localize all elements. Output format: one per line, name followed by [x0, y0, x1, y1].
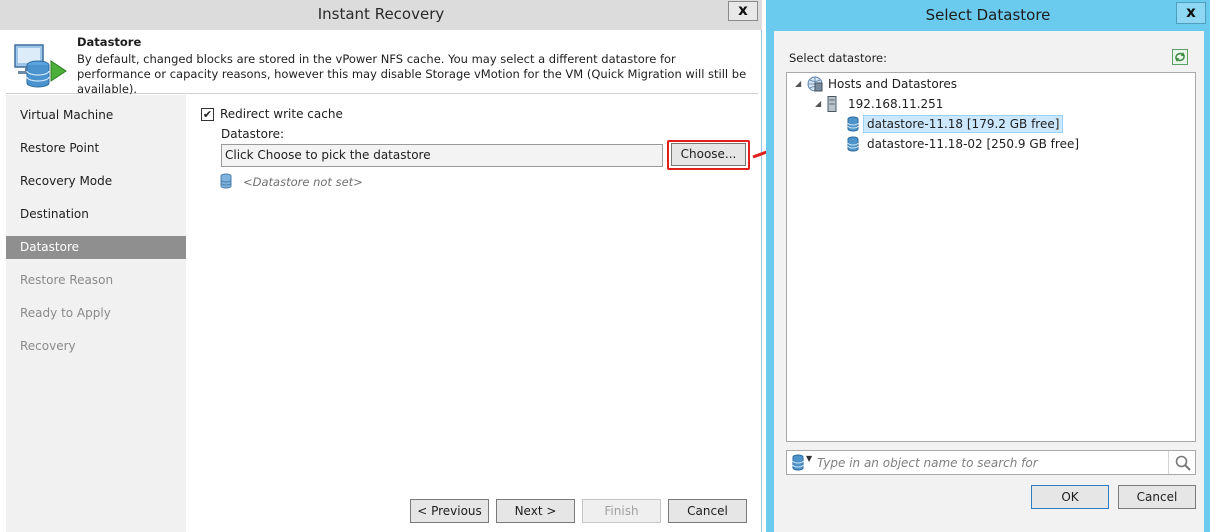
ir-step-header: Datastore By default, changed blocks are…: [6, 30, 758, 96]
ok-button[interactable]: OK: [1031, 485, 1109, 509]
filter-dropdown-icon[interactable]: ▼: [806, 454, 812, 463]
step-datastore[interactable]: Datastore: [6, 236, 186, 259]
sd-close-button[interactable]: x: [1176, 2, 1206, 24]
collapse-toggle-icon[interactable]: ◢: [815, 95, 821, 113]
wizard-steps-sidebar: Virtual Machine Restore Point Recovery M…: [6, 95, 186, 532]
sd-body: Select datastore: ◢ Hosts and Datastores…: [774, 31, 1204, 532]
server-icon: [827, 96, 837, 112]
datastore-tree: ◢ Hosts and Datastores ◢ 192.168.11.251: [786, 72, 1196, 442]
datastore-label: Datastore:: [221, 127, 285, 141]
refresh-icon[interactable]: [1172, 49, 1188, 65]
redirect-write-cache-checkbox[interactable]: ✔: [201, 108, 214, 121]
object-search-input[interactable]: [817, 453, 1162, 472]
select-datastore-label: Select datastore:: [789, 51, 887, 65]
ir-footer: < Previous Next > Finish Cancel: [187, 495, 762, 532]
step-recovery-mode[interactable]: Recovery Mode: [6, 170, 186, 193]
collapse-toggle-icon[interactable]: ◢: [795, 75, 801, 93]
tree-datastore-label-selected: datastore-11.18 [179.2 GB free]: [863, 115, 1064, 133]
tree-datastore-label: datastore-11.18-02 [250.9 GB free]: [867, 137, 1080, 151]
next-button[interactable]: Next >: [496, 499, 575, 523]
step-ready-to-apply: Ready to Apply: [20, 306, 111, 320]
hosts-datastores-icon: [807, 76, 823, 92]
datastore-icon: [847, 116, 859, 132]
step-title: Datastore: [77, 35, 142, 49]
step-restore-reason: Restore Reason: [20, 273, 114, 287]
step-restore-point[interactable]: Restore Point: [6, 137, 186, 160]
datastore-icon: [220, 173, 232, 189]
ir-titlebar: Instant Recovery x: [0, 0, 762, 30]
sd-window-title: Select Datastore: [925, 6, 1051, 24]
choose-button[interactable]: Choose...: [671, 143, 746, 166]
datastore-field: Click Choose to pick the datastore: [221, 144, 663, 167]
datastore-icon: [847, 136, 859, 152]
step-recovery: Recovery: [20, 339, 76, 353]
redirect-write-cache-label[interactable]: Redirect write cache: [220, 107, 343, 121]
cancel-button[interactable]: Cancel: [668, 499, 747, 523]
tree-host-label: 192.168.11.251: [848, 97, 944, 111]
search-button[interactable]: [1168, 451, 1195, 474]
datastore-filter-icon[interactable]: [792, 454, 804, 471]
step-destination[interactable]: Destination: [6, 203, 186, 226]
previous-button[interactable]: < Previous: [410, 499, 489, 523]
object-search-box: ▼: [786, 450, 1196, 475]
sd-cancel-button[interactable]: Cancel: [1118, 485, 1196, 509]
step-description: By default, changed blocks are stored in…: [77, 52, 747, 96]
ir-close-button[interactable]: x: [728, 1, 758, 21]
step-virtual-machine[interactable]: Virtual Machine: [6, 104, 186, 127]
search-icon: [1175, 455, 1191, 471]
instant-recovery-window: Instant Recovery x Datastore By default,…: [0, 0, 762, 532]
select-datastore-window: Select Datastore x Select datastore: ◢ H…: [766, 0, 1210, 532]
ir-main-panel: ✔ Redirect write cache Datastore: Click …: [187, 95, 758, 495]
finish-button: Finish: [582, 499, 661, 523]
datastore-status-text: <Datastore not set>: [243, 175, 363, 189]
datastore-wizard-icon: [14, 44, 67, 88]
ir-window-title: Instant Recovery: [317, 5, 445, 23]
tree-root-label: Hosts and Datastores: [828, 77, 958, 91]
